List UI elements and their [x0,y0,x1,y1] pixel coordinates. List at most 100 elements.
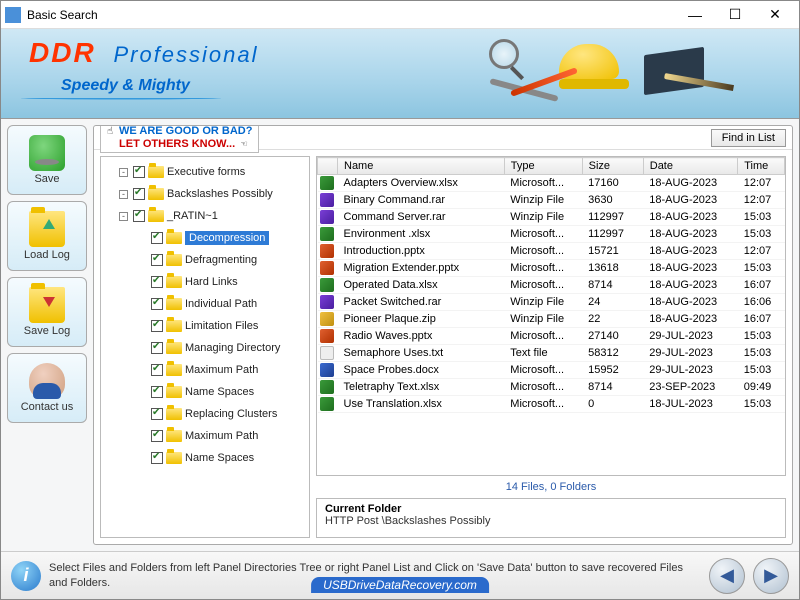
tree-item[interactable]: Name Spaces [101,447,309,469]
cell-size: 112997 [582,226,643,243]
file-icon [320,397,334,411]
tree-item[interactable]: - Executive forms [101,161,309,183]
cell-size: 3630 [582,192,643,209]
checkbox[interactable] [133,166,145,178]
col-size[interactable]: Size [582,158,643,175]
rating-banner[interactable]: ☝ WE ARE GOOD OR BAD? LET OTHERS KNOW...… [100,125,259,153]
tree-item[interactable]: Replacing Clusters [101,403,309,425]
banner-swoosh [21,97,221,100]
tree-item[interactable]: Hard Links [101,271,309,293]
cell-name: Migration Extender.pptx [338,260,505,277]
checkbox[interactable] [151,342,163,354]
table-row[interactable]: Command Server.rarWinzip File11299718-AU… [318,209,785,226]
back-button[interactable]: ◀ [709,558,745,594]
table-row[interactable]: Migration Extender.pptxMicrosoft...13618… [318,260,785,277]
table-row[interactable]: Binary Command.rarWinzip File363018-AUG-… [318,192,785,209]
file-count-status: 14 Files, 0 Folders [316,480,786,494]
file-list[interactable]: Name Type Size Date Time Adapters Overvi… [316,156,786,476]
table-row[interactable]: Packet Switched.rarWinzip File2418-AUG-2… [318,294,785,311]
checkbox[interactable] [151,232,163,244]
checkbox[interactable] [151,364,163,376]
table-row[interactable]: Pioneer Plaque.zipWinzip File2218-AUG-20… [318,311,785,328]
checkbox[interactable] [151,452,163,464]
cell-time: 09:49 [738,379,785,396]
expand-icon[interactable]: - [119,190,128,199]
table-row[interactable]: Use Translation.xlsxMicrosoft...018-JUL-… [318,396,785,413]
col-time[interactable]: Time [738,158,785,175]
tree-item[interactable]: Maximum Path [101,425,309,447]
cell-date: 18-AUG-2023 [643,311,738,328]
table-row[interactable]: Operated Data.xlsxMicrosoft...871418-AUG… [318,277,785,294]
contact-us-button[interactable]: Contact us [7,353,87,423]
file-table: Name Type Size Date Time Adapters Overvi… [317,157,785,413]
tree-item[interactable]: Name Spaces [101,381,309,403]
table-row[interactable]: Space Probes.docxMicrosoft...1595229-JUL… [318,362,785,379]
checkbox[interactable] [151,408,163,420]
table-row[interactable]: Introduction.pptxMicrosoft...1572118-AUG… [318,243,785,260]
table-row[interactable]: Environment .xlsxMicrosoft...11299718-AU… [318,226,785,243]
cell-size: 0 [582,396,643,413]
file-icon [320,193,334,207]
forward-button[interactable]: ▶ [753,558,789,594]
maximize-button[interactable]: ☐ [715,2,755,28]
tree-item[interactable]: Maximum Path [101,359,309,381]
col-name[interactable]: Name [338,158,505,175]
tree-item[interactable]: -_RATIN~1 [101,205,309,227]
tree-item[interactable]: Managing Directory [101,337,309,359]
tree-item[interactable]: Defragmenting [101,249,309,271]
cell-date: 23-SEP-2023 [643,379,738,396]
info-icon: i [11,561,41,591]
table-row[interactable]: Adapters Overview.xlsxMicrosoft...171601… [318,175,785,192]
save-log-button[interactable]: Save Log [7,277,87,347]
top-row: ☝ WE ARE GOOD OR BAD? LET OTHERS KNOW...… [94,126,792,150]
cell-type: Microsoft... [504,362,582,379]
banner-graphic [459,39,759,109]
find-in-list-button[interactable]: Find in List [711,129,786,147]
col-icon[interactable] [318,158,338,175]
folder-tree[interactable]: - Executive forms -Backslashes Possibly-_R… [100,156,310,538]
folder-icon [166,298,182,310]
cell-name: Introduction.pptx [338,243,505,260]
tree-item[interactable]: Limitation Files [101,315,309,337]
main-panel: ☝ WE ARE GOOD OR BAD? LET OTHERS KNOW...… [93,125,793,545]
checkbox[interactable] [151,320,163,332]
checkbox[interactable] [133,210,145,222]
table-row[interactable]: Teletraphy Text.xlsxMicrosoft...871423-S… [318,379,785,396]
save-button[interactable]: Save [7,125,87,195]
expand-icon[interactable]: - [119,168,128,177]
folder-icon [166,276,182,288]
cell-size: 112997 [582,209,643,226]
save-label: Save [34,173,59,185]
cell-date: 18-AUG-2023 [643,294,738,311]
expand-icon[interactable]: - [119,212,128,221]
checkbox[interactable] [151,276,163,288]
checkbox[interactable] [151,254,163,266]
checkbox[interactable] [151,298,163,310]
cell-date: 18-AUG-2023 [643,277,738,294]
cell-date: 18-AUG-2023 [643,175,738,192]
load-log-button[interactable]: Load Log [7,201,87,271]
col-date[interactable]: Date [643,158,738,175]
file-icon [320,227,334,241]
minimize-button[interactable]: — [675,2,715,28]
tree-item[interactable]: Decompression [101,227,309,249]
folder-icon [166,408,182,420]
tree-label: Executive forms [167,166,245,178]
table-row[interactable]: Radio Waves.pptxMicrosoft...2714029-JUL-… [318,328,785,345]
cell-type: Microsoft... [504,175,582,192]
close-button[interactable]: ✕ [755,2,795,28]
table-row[interactable]: Semaphore Uses.txtText file5831229-JUL-2… [318,345,785,362]
checkbox[interactable] [133,188,145,200]
checkbox[interactable] [151,430,163,442]
checkbox[interactable] [151,386,163,398]
load-log-icon [29,211,65,247]
col-type[interactable]: Type [504,158,582,175]
cell-type: Winzip File [504,311,582,328]
tree-label: Maximum Path [185,364,258,376]
cell-size: 58312 [582,345,643,362]
folder-icon [166,386,182,398]
folder-icon [166,364,182,376]
cell-size: 8714 [582,277,643,294]
tree-item[interactable]: -Backslashes Possibly [101,183,309,205]
tree-item[interactable]: Individual Path [101,293,309,315]
